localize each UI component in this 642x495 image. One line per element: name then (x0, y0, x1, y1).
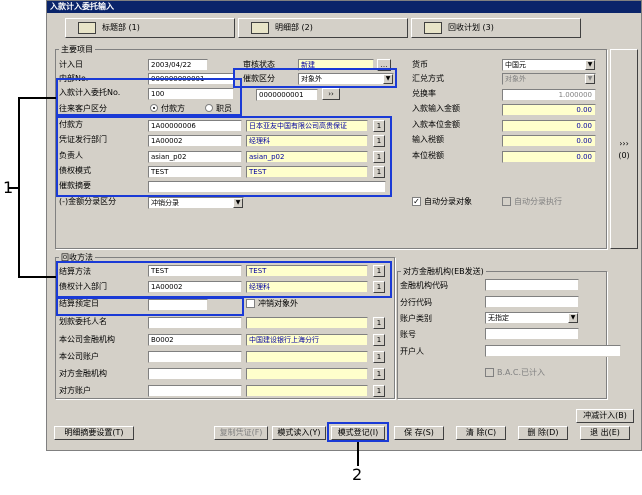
search-button[interactable]: ›› (322, 88, 340, 100)
cp-bank-lookup-button[interactable]: 1 (373, 368, 385, 380)
offset-label: 冲销对象外 (258, 299, 298, 308)
exit-button[interactable]: 退 出(E) (580, 426, 630, 440)
cp-bank-label: 对方金融机构 (59, 369, 107, 378)
summary-setting-button[interactable]: 明细摘要设置(T) (54, 426, 134, 440)
auto-split-label: 自动分录对象 (424, 197, 472, 206)
entry-date-input[interactable]: 2003/04/22 (148, 59, 208, 71)
offset-input-button[interactable]: 冲减计入(B) (576, 409, 634, 423)
tax-base-value: 0.00 (502, 151, 596, 163)
in-amount-value: 0.00 (502, 104, 596, 116)
account-name-value (246, 351, 368, 363)
cp-bank-input[interactable] (148, 368, 242, 380)
clear-button[interactable]: 清 除(C) (456, 426, 506, 440)
tab-header[interactable]: 标题部 (1) (65, 18, 235, 38)
tab-icon (78, 22, 96, 34)
tab-icon (251, 22, 269, 34)
cp-account-name-value (246, 385, 368, 397)
account-lookup-button[interactable]: 1 (373, 351, 385, 363)
fin-code-label: 金融机构代码 (400, 281, 448, 290)
cp-bank-name-value (246, 368, 368, 380)
annotation-box (327, 422, 389, 442)
base-amount-value: 0.00 (502, 120, 596, 132)
callout-line (357, 442, 359, 466)
agent-label: 划款委托人名 (59, 317, 107, 326)
cp-account-input[interactable] (148, 385, 242, 397)
fin-holder-label: 开户人 (400, 347, 424, 356)
bank-lookup-button[interactable]: 1 (373, 334, 385, 346)
mode-load-button[interactable]: 模式读入(Y) (272, 426, 326, 440)
annotation-box (56, 78, 242, 116)
tab-icon (424, 22, 442, 34)
split-label: (-)金额分录区分 (59, 197, 117, 206)
extra-code-input[interactable]: 0000000001 (256, 89, 318, 101)
agent-name-value (246, 317, 368, 329)
auto-split-checkbox[interactable]: ✓ (412, 197, 421, 206)
fin-holder-input[interactable] (485, 345, 621, 357)
copy-voucher-button[interactable]: 复制凭证(F) (214, 426, 268, 440)
tab-detail[interactable]: 明细部 (2) (238, 18, 408, 38)
fin-acct-no-label: 账号 (400, 330, 416, 339)
auto-exec-checkbox[interactable] (502, 197, 511, 206)
expand-side-button[interactable]: ››› (0) (610, 49, 638, 249)
bank-code-input[interactable]: B0002 (148, 334, 242, 346)
chevron-down-icon: ▼ (585, 74, 595, 84)
fin-group-title: 对方金融机构(EB发送) (401, 266, 486, 277)
chevron-down-icon: ▼ (233, 198, 243, 208)
annotation-box (56, 297, 244, 316)
callout-line (18, 97, 56, 99)
chevron-down-icon: ▼ (585, 60, 595, 70)
callout-line (18, 276, 56, 278)
tax-in-label: 输入税额 (412, 135, 444, 144)
bac-checkbox[interactable] (485, 368, 494, 377)
bac-label: B.A.C.已计入 (497, 368, 546, 377)
fin-acct-type-select[interactable]: 无指定 ▼ (485, 312, 579, 324)
annotation-label-2: 2 (352, 465, 363, 484)
annotation-box (56, 261, 392, 298)
rate-method-label: 汇兑方式 (412, 74, 444, 83)
split-select[interactable]: 冲销分录 ▼ (148, 197, 244, 209)
fin-acct-no-input[interactable] (485, 328, 579, 340)
fin-branch-label: 分行代码 (400, 298, 432, 307)
account-label: 本公司账户 (59, 352, 99, 361)
chevron-down-icon: ▼ (568, 313, 578, 323)
offset-checkbox[interactable] (246, 299, 255, 308)
account-input[interactable] (148, 351, 242, 363)
entry-date-label: 计入日 (59, 60, 83, 69)
annotation-label-1: 1 (3, 178, 14, 197)
bank-name-value: 中国建设银行上海分行 (246, 334, 368, 346)
window-title: 入款计入委托输入 (47, 1, 641, 13)
fin-acct-type-label: 账户类别 (400, 314, 432, 323)
currency-select[interactable]: 中国元 ▼ (502, 59, 596, 71)
bank-label: 本公司金融机构 (59, 335, 115, 344)
rate-label: 兑换率 (412, 89, 436, 98)
in-amount-label: 入款输入金额 (412, 104, 460, 113)
delete-button[interactable]: 删 除(D) (518, 426, 568, 440)
annotation-box (233, 68, 397, 88)
tax-in-value: 0.00 (502, 135, 596, 147)
base-amount-label: 入款本位金额 (412, 120, 460, 129)
cp-account-label: 对方账户 (59, 386, 91, 395)
tax-base-label: 本位税额 (412, 151, 444, 160)
save-button[interactable]: 保 存(S) (394, 426, 444, 440)
annotation-box (56, 116, 392, 197)
rate-input[interactable]: 1.000000 (502, 89, 596, 101)
fin-branch-input[interactable] (485, 296, 579, 308)
agent-lookup-button[interactable]: 1 (373, 317, 385, 329)
rate-method-select[interactable]: 对象外 ▼ (502, 73, 596, 85)
auto-exec-label: 自动分录执行 (514, 197, 562, 206)
main-group-title: 主要项目 (59, 44, 95, 55)
fin-code-input[interactable] (485, 279, 579, 291)
cp-account-lookup-button[interactable]: 1 (373, 385, 385, 397)
agent-input[interactable] (148, 317, 242, 329)
tab-collection[interactable]: 回收计划 (3) (411, 18, 581, 38)
currency-label: 货币 (412, 60, 428, 69)
